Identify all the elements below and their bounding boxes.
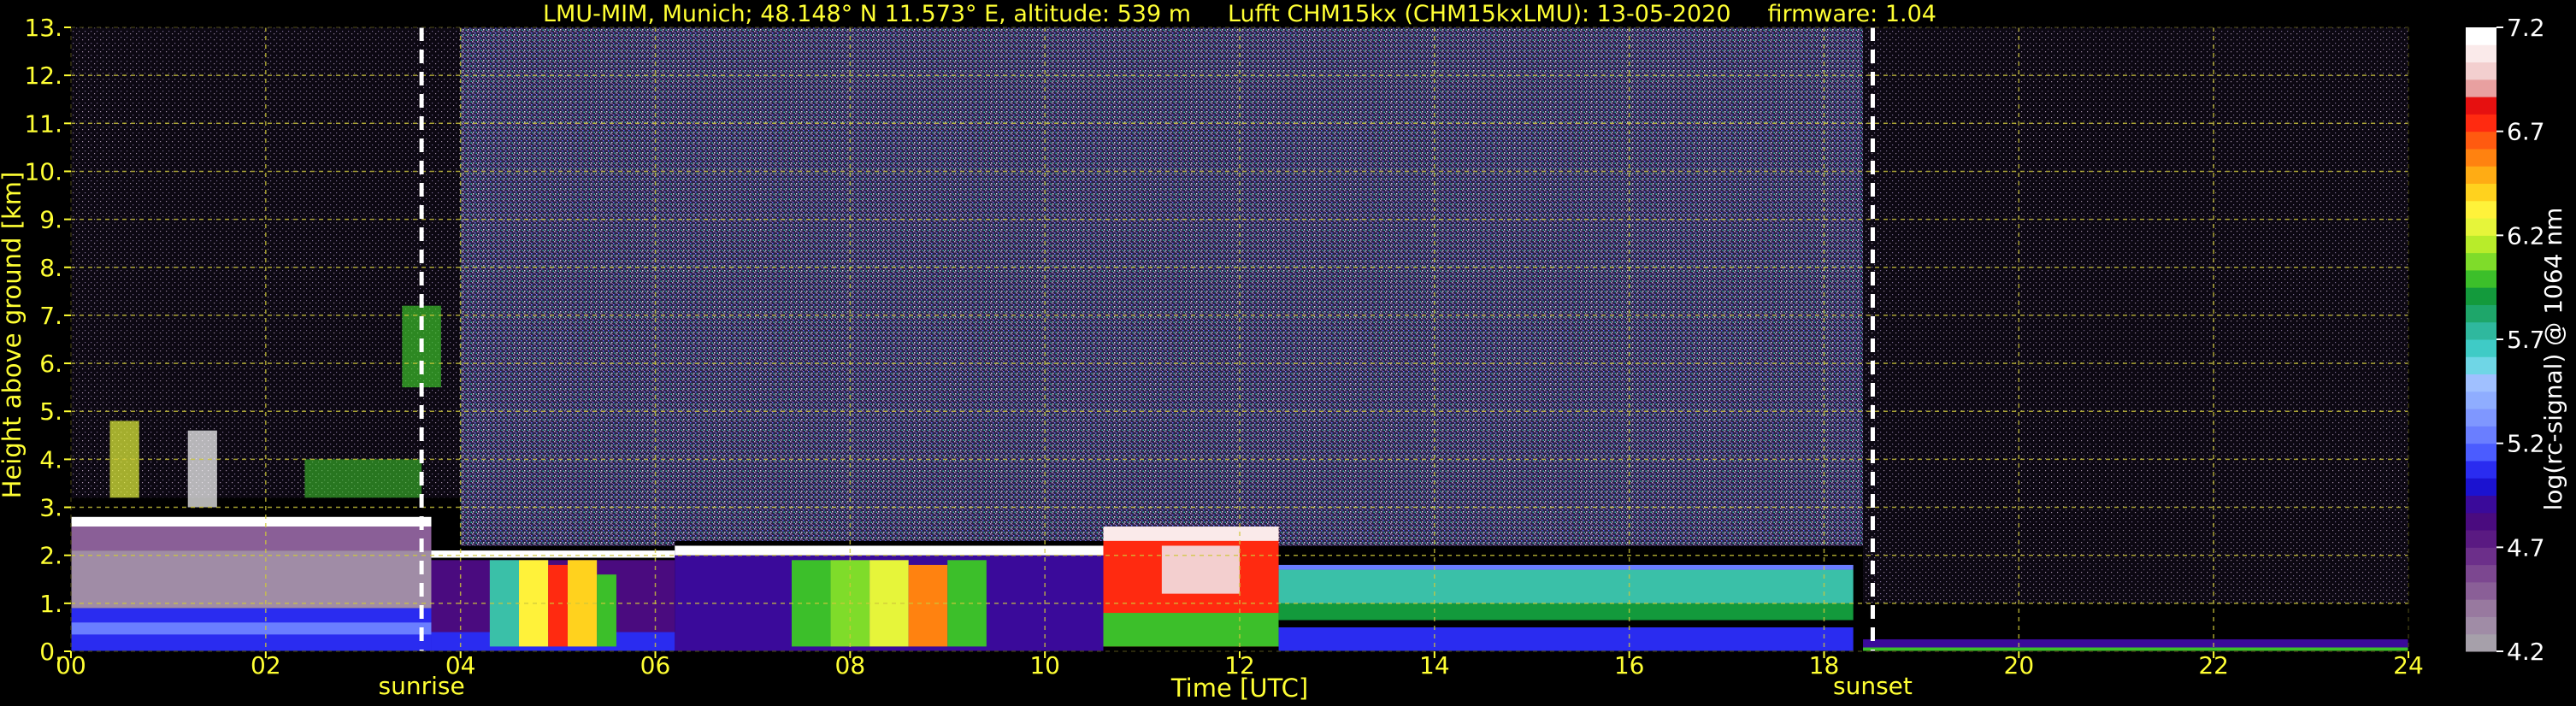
- colorbar-segment: [2466, 183, 2496, 202]
- aerosol-top-line-morning: [71, 516, 432, 527]
- midday-cloud-top: [1103, 527, 1279, 541]
- colorbar-segment: [2466, 218, 2496, 236]
- colorbar-segment: [2466, 62, 2496, 80]
- colorbar-segment: [2466, 97, 2496, 115]
- afternoon-bl-high: [1278, 569, 1854, 603]
- y-tick-label: 5.: [39, 397, 62, 426]
- colorbar-segment: [2466, 114, 2496, 132]
- aerosol-top-line-3: [675, 545, 1104, 556]
- afternoon-surface: [1278, 627, 1854, 651]
- colorbar-segment: [2466, 200, 2496, 219]
- colorbar: 4.2 4.7 5.2 5.7 6.2 6.7 7.2: [2466, 14, 2545, 666]
- colorbar-segment: [2466, 409, 2496, 427]
- plume-9: [908, 564, 948, 647]
- colorbar-segment: [2466, 599, 2496, 617]
- y-tick-label: 2.: [39, 542, 62, 570]
- colorbar-segment: [2466, 304, 2496, 323]
- y-tick-label: 10.: [24, 157, 62, 185]
- colorbar-segment: [2466, 460, 2496, 479]
- aerosol-shadow-3: [675, 540, 1104, 546]
- residual-top-morning: [71, 527, 432, 551]
- x-tick-label: 08: [835, 651, 866, 680]
- y-tick-label: 12.: [24, 62, 62, 90]
- colorbar-label: log(rc-signal) @ 1064 nm: [2539, 208, 2567, 511]
- afternoon-dark-line: [1278, 620, 1854, 627]
- colorbar-segment: [2466, 530, 2496, 548]
- x-tick-label: 18: [1809, 651, 1840, 680]
- x-tick-label: 20: [2004, 651, 2035, 680]
- colorbar-segment: [2466, 287, 2496, 305]
- colorbar-segment: [2466, 564, 2496, 583]
- x-axis-label: Time [UTC]: [1170, 674, 1308, 703]
- y-tick-label: 6.: [39, 350, 62, 378]
- y-tick-label: 7.: [39, 302, 62, 330]
- colorbar-tick-label: 6.2: [2507, 221, 2545, 250]
- colorbar-tick-label: 5.7: [2507, 326, 2545, 354]
- y-tick-label: 8.: [39, 254, 62, 282]
- colorbar-segment: [2466, 252, 2496, 271]
- y-tick-label: 11.: [24, 109, 62, 138]
- y-tick-label: 1.: [39, 590, 62, 618]
- colorbar-segment: [2466, 269, 2496, 288]
- colorbar-segment: [2466, 44, 2496, 63]
- plume-5: [597, 574, 616, 647]
- x-tick-label: 02: [251, 651, 281, 680]
- colorbar-segment: [2466, 321, 2496, 340]
- afternoon-bl-low: [1278, 603, 1854, 621]
- day-noise: [460, 27, 1864, 546]
- colorbar-segment: [2466, 374, 2496, 392]
- colorbar-segment: [2466, 235, 2496, 254]
- colorbar-tick-label: 4.2: [2507, 638, 2545, 666]
- x-tick-label: 16: [1614, 651, 1645, 680]
- colorbar-tick-label: 4.7: [2507, 533, 2545, 562]
- colorbar-segment: [2466, 512, 2496, 531]
- colorbar-segment: [2466, 148, 2496, 167]
- colorbar-segment: [2466, 478, 2496, 496]
- x-tick-label: 04: [445, 651, 476, 680]
- early-plume-2: [187, 430, 217, 508]
- x-tick-label: 22: [2198, 651, 2229, 680]
- chart-title: LMU-MIM, Munich; 48.148° N 11.573° E, al…: [543, 1, 1936, 27]
- afternoon-bl-top: [1278, 564, 1854, 570]
- colorbar-segment: [2466, 443, 2496, 462]
- aerosol-top-line-2: [431, 550, 675, 558]
- colorbar-segment: [2466, 426, 2496, 444]
- sunset-label: sunset: [1833, 672, 1913, 700]
- y-tick-label: 0.: [39, 638, 62, 666]
- colorbar-segment: [2466, 339, 2496, 357]
- colorbar-segment: [2466, 581, 2496, 600]
- midday-cloud-base: [1103, 613, 1279, 647]
- plume-3: [548, 564, 568, 647]
- x-tick-label: 06: [640, 651, 671, 680]
- colorbar-segment: [2466, 495, 2496, 514]
- colorbar-segment: [2466, 633, 2496, 652]
- colorbar-segment: [2466, 166, 2496, 184]
- ceilometer-chart: sunrise sunset 00 02 04 06 08 10 12 14 16 18 20 22 24…: [0, 1, 2567, 703]
- colorbar-segment: [2466, 27, 2496, 45]
- x-tick-label: 24: [2393, 651, 2424, 680]
- colorbar-segment: [2466, 547, 2496, 566]
- colorbar-tick-label: 7.2: [2507, 14, 2545, 42]
- midday-cloud-core: [1161, 545, 1240, 594]
- y-tick-label: 13.: [24, 14, 62, 42]
- x-tick-label: 10: [1029, 651, 1060, 680]
- colorbar-tick-label: 6.7: [2507, 118, 2545, 146]
- colorbar-segment: [2466, 391, 2496, 409]
- early-plume-3: [304, 459, 422, 498]
- y-tick-label: 4.: [39, 445, 62, 474]
- residual-layer-morning: [71, 550, 432, 609]
- y-tick-label: 3.: [39, 494, 62, 522]
- x-tick-label: 14: [1419, 651, 1450, 680]
- colorbar-segment: [2466, 356, 2496, 375]
- colorbar-segment: [2466, 616, 2496, 635]
- y-axis-label: Height above ground [km]: [0, 172, 27, 499]
- colorbar-segment: [2466, 131, 2496, 150]
- y-tick-label: 9.: [39, 206, 62, 234]
- colorbar-segment: [2466, 79, 2496, 97]
- colorbar-tick-label: 5.2: [2507, 430, 2545, 458]
- surface-sublayer-morning: [71, 622, 432, 635]
